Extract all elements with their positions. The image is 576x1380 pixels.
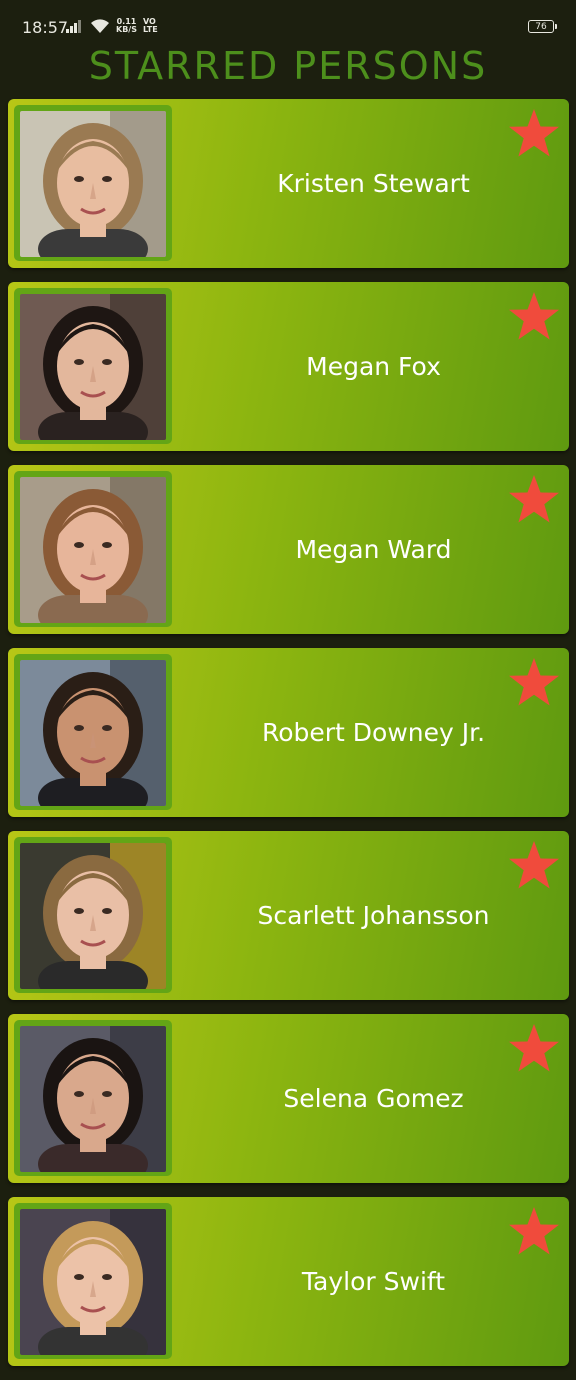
person-photo — [20, 843, 166, 989]
person-photo-frame — [14, 288, 172, 444]
volte-bottom: LTE — [142, 25, 158, 34]
star-icon[interactable] — [507, 107, 561, 161]
person-card[interactable]: Robert Downey Jr. — [8, 648, 569, 817]
person-photo — [20, 660, 166, 806]
wifi-icon — [90, 18, 110, 34]
person-card[interactable]: Selena Gomez — [8, 1014, 569, 1183]
person-photo-frame — [14, 1020, 172, 1176]
person-photo-frame — [14, 471, 172, 627]
person-photo — [20, 111, 166, 257]
person-photo-frame — [14, 654, 172, 810]
signal-icon — [66, 19, 84, 33]
person-photo-frame — [14, 105, 172, 261]
network-speed: 0.11 KB/S — [116, 18, 137, 34]
person-photo — [20, 1026, 166, 1172]
person-photo-frame — [14, 837, 172, 993]
volte-indicator: VO LTE — [143, 18, 158, 34]
person-card[interactable]: Scarlett Johansson — [8, 831, 569, 1000]
starred-persons-list: Kristen Stewart Megan Fox Megan Ward Rob… — [8, 99, 569, 1380]
status-icons: 0.11 KB/S VO LTE — [66, 18, 158, 34]
status-time: 18:57 — [22, 18, 69, 37]
star-icon[interactable] — [507, 1022, 561, 1076]
star-icon[interactable] — [507, 473, 561, 527]
person-photo-frame — [14, 1203, 172, 1359]
person-photo — [20, 1209, 166, 1355]
page-title: STARRED PERSONS — [88, 44, 488, 88]
battery-icon: 76 — [528, 20, 557, 33]
status-bar: 18:57 0.11 KB/S VO LTE 76 — [0, 0, 576, 50]
star-icon[interactable] — [507, 656, 561, 710]
network-speed-unit: KB/S — [116, 25, 137, 34]
person-card[interactable]: Kristen Stewart — [8, 99, 569, 268]
person-card[interactable]: Megan Ward — [8, 465, 569, 634]
person-photo — [20, 294, 166, 440]
star-icon[interactable] — [507, 1205, 561, 1259]
star-icon[interactable] — [507, 839, 561, 893]
person-photo — [20, 477, 166, 623]
person-card[interactable]: Taylor Swift — [8, 1197, 569, 1366]
star-icon[interactable] — [507, 290, 561, 344]
person-card[interactable]: Megan Fox — [8, 282, 569, 451]
